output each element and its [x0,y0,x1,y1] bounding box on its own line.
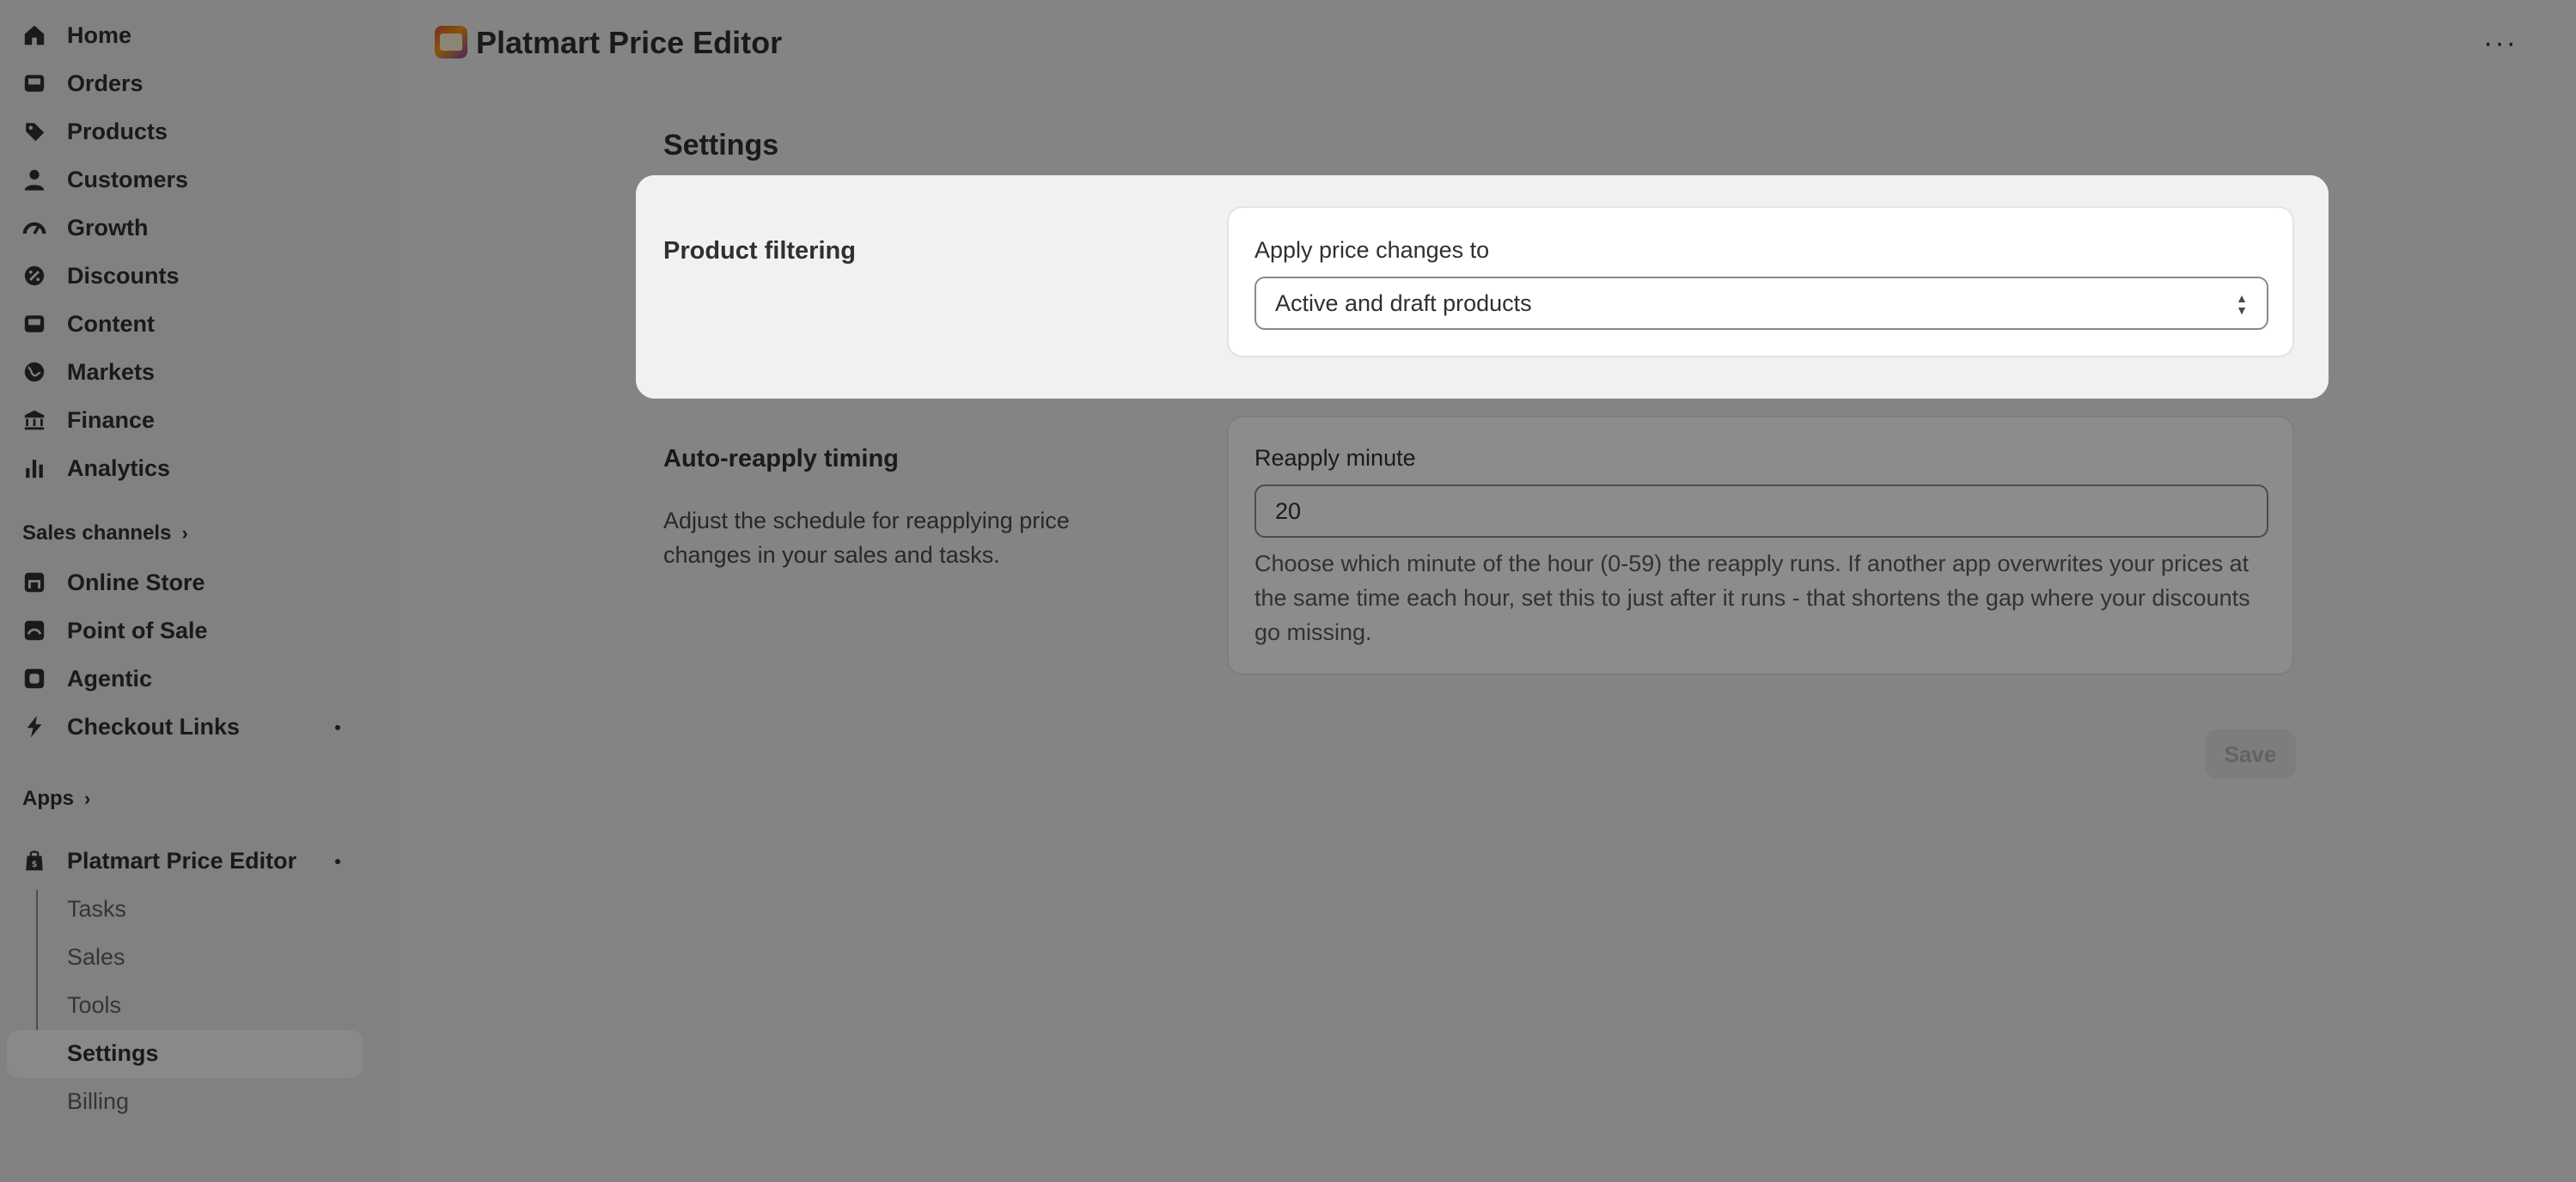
active-item-highlight [7,1030,363,1078]
app-label: Platmart Price Editor [67,847,297,874]
subnav-label: Tools [67,991,122,1018]
nav-label: Orders [67,70,143,96]
select-arrows-icon: ▲ ▼ [2236,291,2248,317]
apps-heading[interactable]: Apps › [22,783,90,814]
subnav-tools[interactable]: Tools [67,986,121,1024]
nav-products[interactable]: Products [22,113,168,150]
tag-icon [22,119,46,143]
bar-chart-icon [22,456,46,480]
store-icon [22,570,46,594]
nav-content[interactable]: Content [22,305,155,343]
page-header-title: Platmart Price Editor [476,25,783,60]
sales-channels-label: Sales channels [22,521,172,545]
sales-channels-heading[interactable]: Sales channels › [22,518,188,549]
apps-label: Apps [22,787,74,810]
subnav-billing[interactable]: Billing [67,1082,129,1120]
home-icon [22,23,46,47]
nav-label: Growth [67,214,149,241]
reapply-minute-help: Choose which minute of the hour (0-59) t… [1254,551,2250,645]
globe-icon [22,360,46,384]
image-icon [22,312,46,336]
pos-icon [22,618,46,643]
product-filtering-title: Product filtering [663,237,856,265]
channel-point-of-sale[interactable]: Point of Sale [22,612,208,649]
nav-label: Content [67,310,155,337]
svg-text:$: $ [32,860,38,869]
nav-home[interactable]: Home [22,16,131,54]
auto-reapply-card: Reapply minute Choose which minute of th… [1227,416,2294,675]
save-button[interactable]: Save [2205,729,2296,779]
tree-line [36,890,38,1053]
apply-price-changes-label: Apply price changes to [1254,237,1490,263]
channel-online-store[interactable]: Online Store [22,564,205,601]
channel-checkout-links[interactable]: Checkout Links [22,708,240,746]
app-bag-icon: $ [22,849,46,873]
person-icon [22,168,46,192]
page-title: Settings [663,129,779,161]
lightning-icon [22,715,46,739]
channel-label: Agentic [67,665,153,692]
nav-discounts[interactable]: Discounts [22,257,180,295]
chevron-right-icon: › [84,788,91,809]
discount-icon [22,264,46,288]
channel-label: Checkout Links [67,713,241,740]
nav-label: Markets [67,358,156,385]
more-actions-button[interactable]: ··· [2478,24,2523,62]
nav-customers[interactable]: Customers [22,161,188,198]
nav-markets[interactable]: Markets [22,353,155,391]
reapply-minute-label: Reapply minute [1254,445,1416,471]
chevron-right-icon: › [181,522,188,544]
subnav-tasks[interactable]: Tasks [67,890,126,928]
select-value: Active and draft products [1275,289,1532,316]
auto-reapply-description: Adjust the schedule for reapplying price… [663,508,1070,568]
nav-analytics[interactable]: Analytics [22,449,170,487]
subnav-label: Settings [67,1039,159,1066]
subnav-label: Tasks [67,895,127,922]
inbox-icon [22,71,46,95]
gauge-icon [22,216,46,240]
nav-growth[interactable]: Growth [22,209,149,247]
channel-label: Online Store [67,569,205,595]
nav-label: Finance [67,406,156,433]
nav-label: Products [67,118,168,144]
subnav-label: Sales [67,943,125,970]
product-filtering-card: Apply price changes to Active and draft … [1227,206,2294,357]
nav-label: Analytics [67,454,171,481]
reapply-minute-input[interactable] [1254,484,2268,538]
agentic-icon [22,667,46,691]
channel-label: Point of Sale [67,617,208,643]
nav-label: Customers [67,166,189,192]
bank-icon [22,408,46,432]
nav-finance[interactable]: Finance [22,401,155,439]
sidebar: Home Orders Products Customers Growth Di… [0,0,400,1182]
apply-price-changes-select[interactable]: Active and draft products ▲ ▼ [1254,277,2268,330]
nav-label: Home [67,21,132,48]
subnav-sales[interactable]: Sales [67,938,125,976]
channel-agentic[interactable]: Agentic [22,660,152,698]
subnav-label: Billing [67,1088,130,1114]
subnav-settings[interactable]: Settings [67,1034,159,1072]
auto-reapply-title: Auto-reapply timing [663,445,899,472]
nav-label: Discounts [67,262,180,289]
app-logo-icon [435,26,467,58]
pinned-dot-icon [335,725,340,730]
pinned-dot-icon [335,859,340,864]
app-platmart-price-editor[interactable]: $ Platmart Price Editor [22,842,296,880]
nav-orders[interactable]: Orders [22,64,143,102]
